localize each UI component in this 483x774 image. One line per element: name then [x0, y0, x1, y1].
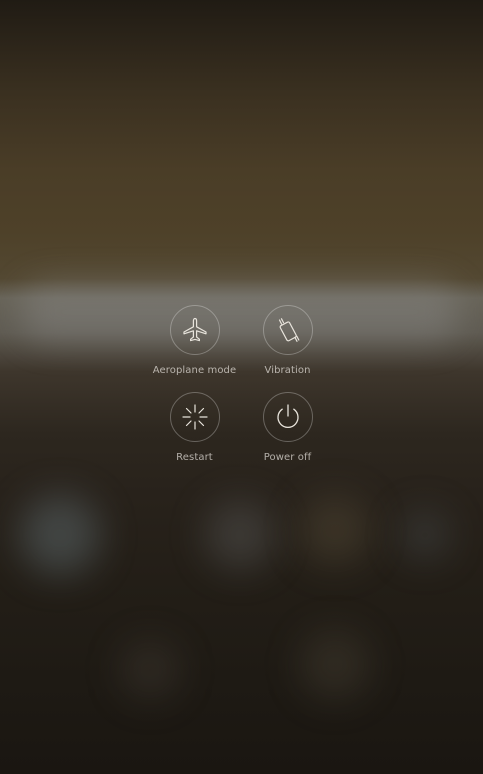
vibration-circle[interactable] — [262, 305, 313, 355]
power-icon — [273, 402, 303, 432]
aeroplane-mode-label: Aeroplane mode — [152, 365, 237, 376]
background-blur-blob — [120, 640, 180, 700]
background-blur-blob — [205, 500, 275, 570]
power-off-label: Power off — [263, 452, 312, 463]
power-menu-grid: Aeroplane mode Vibration Restart Power o… — [148, 305, 334, 479]
power-off-circle[interactable] — [262, 392, 313, 442]
restart-icon — [180, 402, 210, 432]
restart-circle[interactable] — [169, 392, 220, 442]
background-blur-blob — [300, 630, 370, 700]
vibration-icon — [273, 315, 303, 345]
vibration-button[interactable]: Vibration — [241, 305, 334, 376]
aeroplane-mode-circle[interactable] — [169, 305, 220, 355]
background-blur-blob — [20, 495, 100, 575]
background-blur-blob — [300, 495, 370, 565]
power-menu-screen: Aeroplane mode Vibration Restart Power o… — [0, 0, 483, 774]
airplane-icon — [180, 315, 210, 345]
vibration-label: Vibration — [264, 365, 311, 376]
power-off-button[interactable]: Power off — [241, 392, 334, 463]
background-blur-blob — [400, 510, 450, 560]
aeroplane-mode-button[interactable]: Aeroplane mode — [148, 305, 241, 376]
restart-button[interactable]: Restart — [148, 392, 241, 463]
restart-label: Restart — [176, 452, 213, 463]
